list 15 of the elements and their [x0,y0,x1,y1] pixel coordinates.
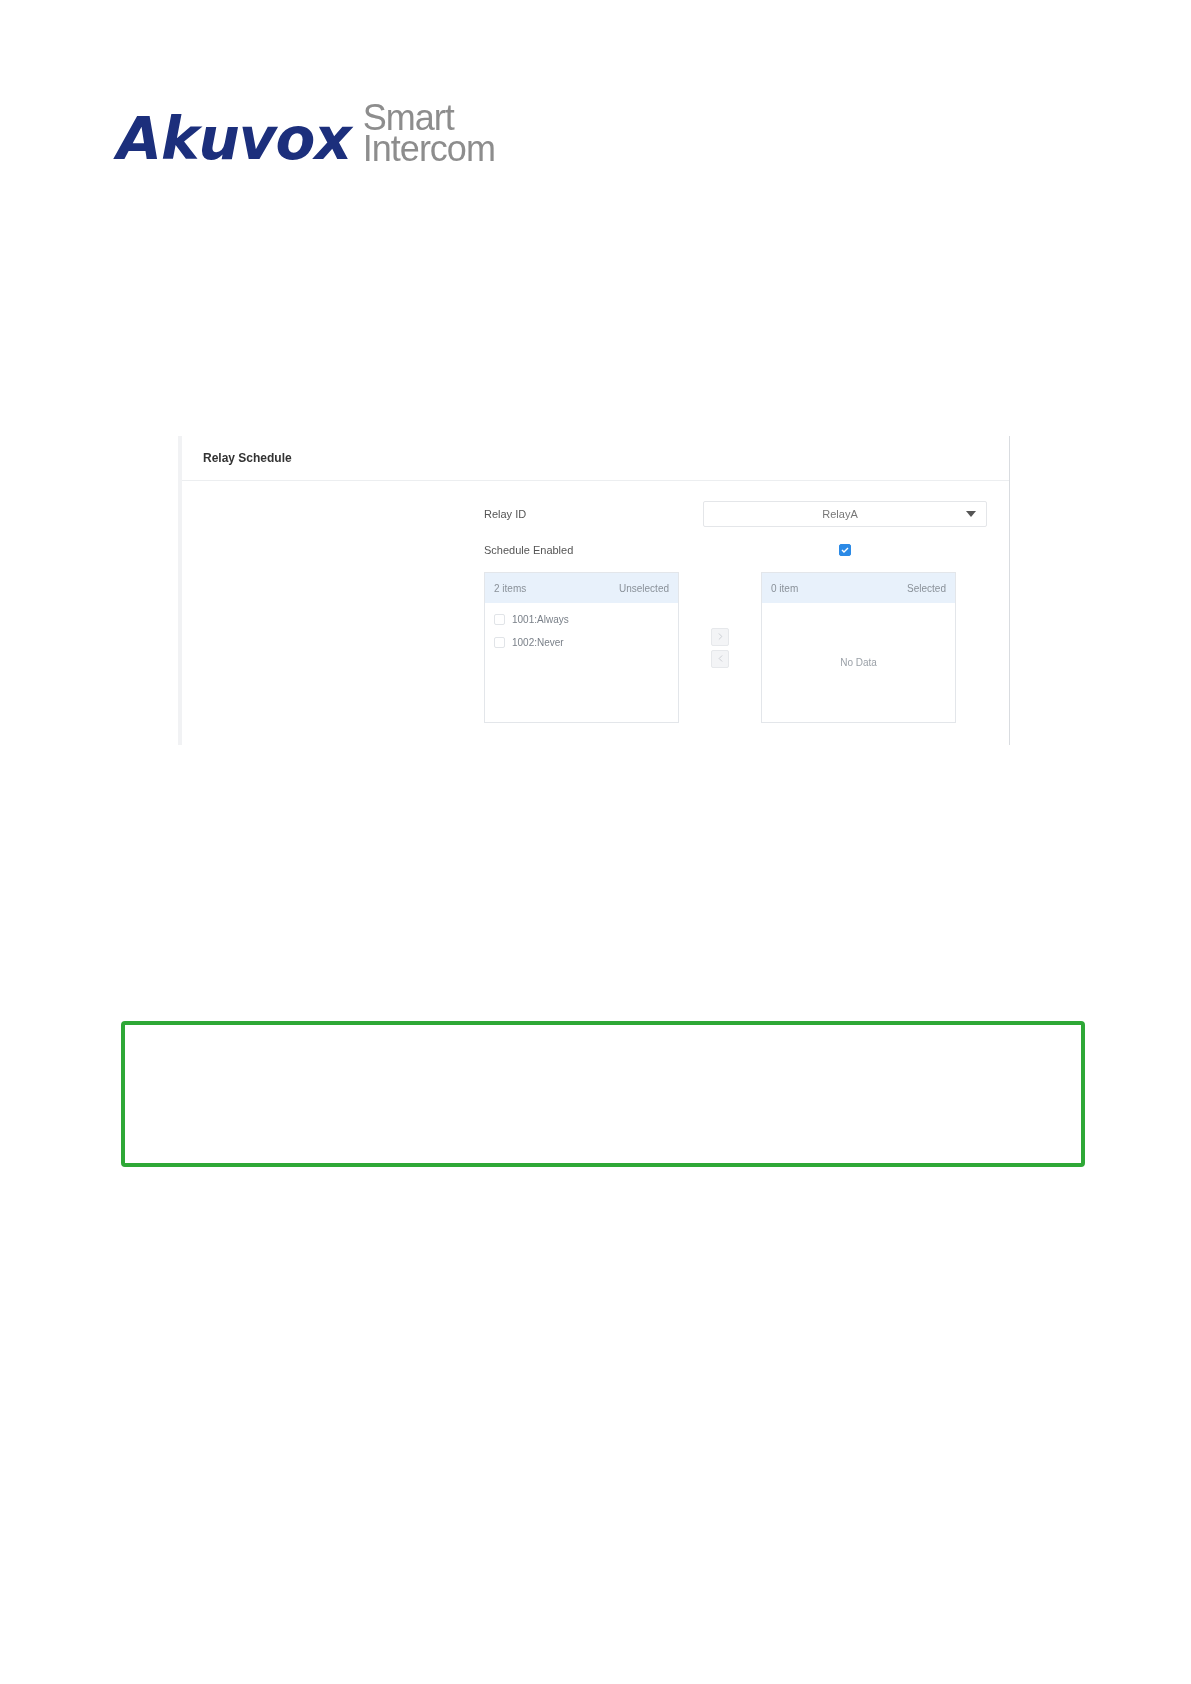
list-item[interactable]: 1001:Always [494,612,669,627]
field-label: Relay ID [484,506,528,522]
list-item[interactable]: 1002:Never [494,635,669,650]
field-label: Schedule Enabled [484,542,575,558]
list-title: Unselected [618,581,669,596]
item-count: 2 items [494,581,527,596]
checkmark-icon [841,547,849,553]
relay-select[interactable]: RelayA [703,501,987,527]
list-title: Selected [907,581,946,596]
item-count: 0 item [771,581,799,596]
tagline: Smart Intercom [362,102,495,164]
dropdown-caret-icon [966,511,976,517]
empty-message: No Data [840,656,877,670]
checkbox[interactable] [839,544,851,556]
panel-title: Relay Schedule [203,450,292,467]
